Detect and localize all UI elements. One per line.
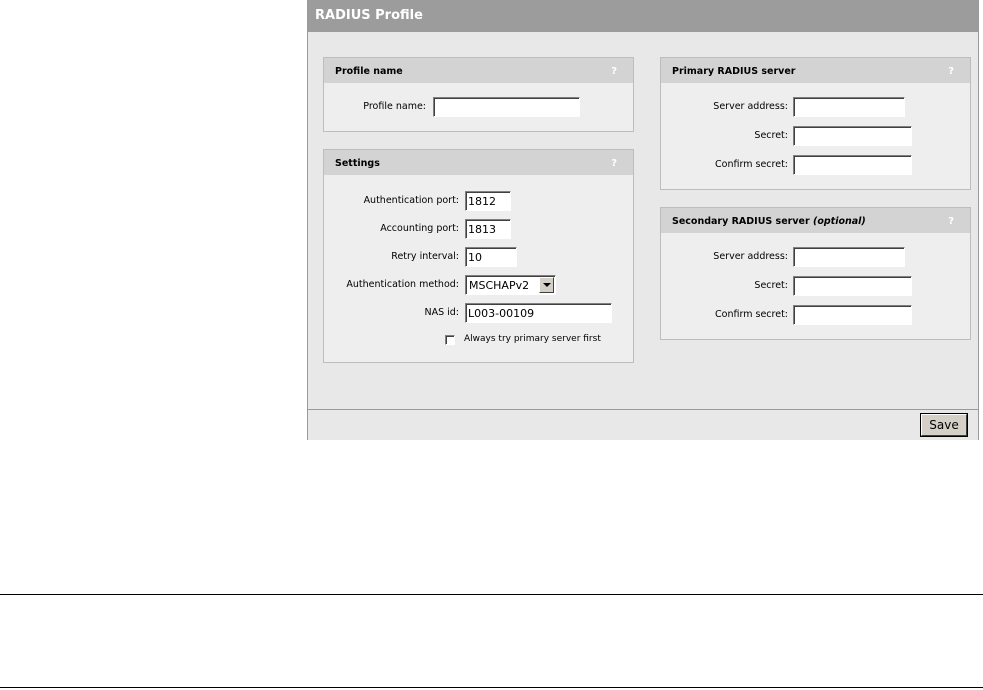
page-divider-top: [0, 594, 983, 595]
retry-interval-row: Retry interval:: [324, 247, 633, 269]
secondary-server-address-input[interactable]: [793, 247, 905, 267]
profile-name-input[interactable]: [433, 97, 580, 117]
profile-name-panel-title: Profile name: [335, 66, 403, 77]
footer-divider: [308, 409, 978, 410]
window-title: RADIUS Profile: [308, 0, 978, 32]
secondary-radius-help-icon[interactable]: ?: [948, 208, 954, 235]
acct-port-input[interactable]: [465, 219, 511, 239]
always-primary-row: Always try primary server first: [324, 334, 633, 357]
profile-name-panel-header: Profile name ?: [324, 58, 633, 83]
secondary-secret-row: Secret:: [661, 276, 970, 298]
secondary-confirm-secret-input[interactable]: [793, 305, 912, 325]
primary-radius-panel: Primary RADIUS server ? Server address: …: [660, 57, 971, 190]
profile-name-row: Profile name:: [324, 97, 633, 119]
save-button[interactable]: Save: [921, 414, 967, 436]
radius-profile-window: RADIUS Profile Profile name ? Profile na…: [307, 0, 979, 440]
settings-panel-header: Settings ?: [324, 150, 633, 175]
primary-radius-panel-header: Primary RADIUS server ?: [661, 58, 970, 83]
secondary-radius-optional-note: (optional): [812, 216, 866, 227]
secondary-radius-panel: Secondary RADIUS server (optional) ? Ser…: [660, 207, 971, 340]
secondary-confirm-secret-row: Confirm secret:: [661, 305, 970, 327]
auth-method-row: Authentication method: MSCHAPv2: [324, 275, 633, 297]
primary-confirm-secret-row: Confirm secret:: [661, 155, 970, 177]
settings-panel: Settings ? Authentication port: Accounti…: [323, 149, 634, 363]
nas-id-row: NAS id:: [324, 303, 633, 325]
secondary-confirm-secret-label: Confirm secret:: [715, 309, 788, 320]
nas-id-input[interactable]: [465, 303, 612, 323]
settings-help-icon[interactable]: ?: [611, 150, 617, 177]
secondary-secret-input[interactable]: [793, 276, 912, 296]
secondary-server-address-label: Server address:: [713, 251, 788, 262]
auth-port-label: Authentication port:: [363, 195, 459, 206]
page-divider-bottom: [0, 687, 983, 688]
auth-method-value: MSCHAPv2: [469, 279, 530, 292]
acct-port-row: Accounting port:: [324, 219, 633, 241]
auth-port-row: Authentication port:: [324, 191, 633, 213]
auth-method-select[interactable]: MSCHAPv2: [465, 275, 556, 295]
primary-radius-help-icon[interactable]: ?: [948, 58, 954, 85]
nas-id-label: NAS id:: [424, 307, 459, 318]
primary-confirm-secret-input[interactable]: [793, 155, 912, 175]
auth-port-input[interactable]: [465, 191, 511, 211]
primary-secret-row: Secret:: [661, 126, 970, 148]
auth-method-label: Authentication method:: [346, 279, 459, 290]
secondary-radius-panel-title: Secondary RADIUS server: [672, 216, 810, 227]
profile-name-help-icon[interactable]: ?: [611, 58, 617, 85]
secondary-secret-label: Secret:: [754, 280, 788, 291]
always-primary-checkbox[interactable]: [445, 335, 455, 345]
acct-port-label: Accounting port:: [380, 223, 459, 234]
secondary-server-address-row: Server address:: [661, 247, 970, 269]
retry-interval-label: Retry interval:: [391, 251, 459, 262]
primary-confirm-secret-label: Confirm secret:: [715, 159, 788, 170]
profile-name-panel: Profile name ? Profile name:: [323, 57, 634, 132]
primary-server-address-label: Server address:: [713, 101, 788, 112]
secondary-radius-panel-header: Secondary RADIUS server (optional) ?: [661, 208, 970, 233]
chevron-down-icon[interactable]: [539, 277, 554, 293]
retry-interval-input[interactable]: [465, 247, 517, 267]
primary-radius-panel-title: Primary RADIUS server: [672, 66, 796, 77]
profile-name-label: Profile name:: [363, 101, 426, 112]
always-primary-label: Always try primary server first: [464, 334, 601, 344]
primary-secret-input[interactable]: [793, 126, 912, 146]
primary-server-address-input[interactable]: [793, 97, 905, 117]
settings-panel-title: Settings: [335, 158, 380, 169]
primary-server-address-row: Server address:: [661, 97, 970, 119]
primary-secret-label: Secret:: [754, 130, 788, 141]
